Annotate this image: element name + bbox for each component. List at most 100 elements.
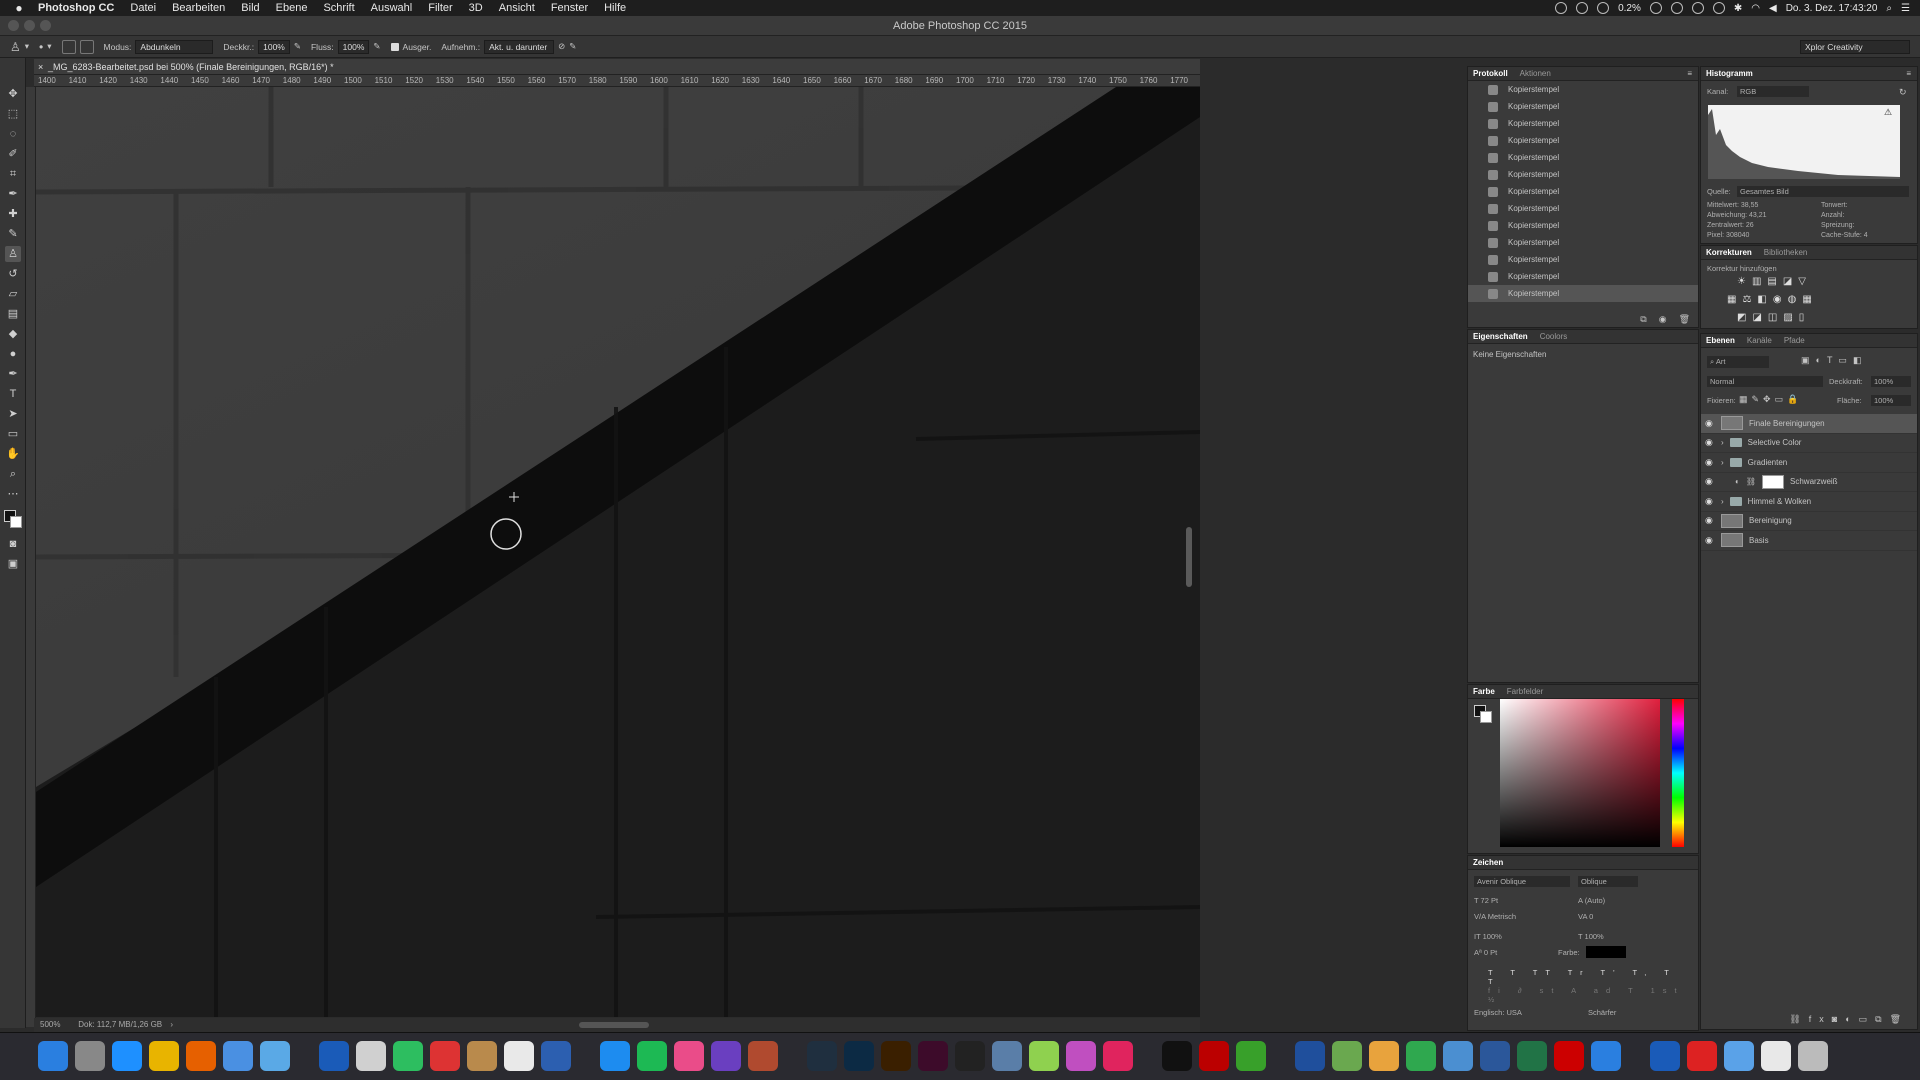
eraser-tool-icon[interactable]: ▱: [5, 286, 21, 302]
firefox-icon[interactable]: [186, 1041, 216, 1071]
zoom-tool-icon[interactable]: ⌕: [5, 466, 21, 482]
pdf-icon[interactable]: [1554, 1041, 1584, 1071]
background-color-swatch[interactable]: [10, 516, 22, 528]
history-state[interactable]: Kopierstempel: [1468, 183, 1698, 200]
layer-filter-icons[interactable]: ▣◐T▭◧: [1801, 355, 1867, 366]
type-tool-icon[interactable]: T: [5, 386, 21, 402]
blend-mode-dropdown[interactable]: Normal: [1707, 376, 1823, 387]
blur-tool-icon[interactable]: ◆: [5, 326, 21, 342]
user-icon[interactable]: [1670, 2, 1683, 14]
notes-icon[interactable]: [356, 1041, 386, 1071]
brush-panel-icon[interactable]: [79, 39, 94, 54]
spotify-icon[interactable]: [637, 1041, 667, 1071]
globe-icon[interactable]: [1591, 1041, 1621, 1071]
hue-slider[interactable]: [1672, 699, 1684, 847]
display-icon[interactable]: [1691, 2, 1704, 14]
speed-icon[interactable]: [1103, 1041, 1133, 1071]
layer-bottom-buttons[interactable]: ⛓fx◙◐▭⧉🗑: [1789, 1014, 1909, 1025]
safari-icon[interactable]: [112, 1041, 142, 1071]
tab-farbfelder[interactable]: Farbfelder: [1507, 687, 1543, 696]
bluetooth-icon[interactable]: ✱: [1734, 3, 1742, 14]
zoom-level[interactable]: 500%: [40, 1020, 60, 1029]
visibility-eye-icon[interactable]: ◉: [1705, 515, 1715, 526]
tool-preset-picker[interactable]: ♙ ▾: [10, 40, 29, 54]
layer-row[interactable]: ◉ › Himmel & Wolken: [1701, 492, 1917, 512]
move-tool-icon[interactable]: ✥: [5, 86, 21, 102]
font-style-dropdown[interactable]: Oblique: [1578, 876, 1638, 887]
minimize-window-button[interactable]: [24, 20, 35, 31]
menu-schrift[interactable]: Schrift: [315, 2, 362, 14]
word-icon[interactable]: [1480, 1041, 1510, 1071]
language-dropdown[interactable]: Englisch: USA: [1474, 1008, 1564, 1017]
snapshot-icon[interactable]: ◉: [1659, 314, 1667, 325]
pages-icon[interactable]: [1369, 1041, 1399, 1071]
fluss-field[interactable]: 100%: [337, 39, 370, 54]
history-state[interactable]: Kopierstempel: [1468, 149, 1698, 166]
onepassword-icon[interactable]: [1650, 1041, 1680, 1071]
menu-hilfe[interactable]: Hilfe: [596, 2, 634, 14]
app-menu[interactable]: Photoshop CC: [30, 2, 122, 14]
antialias-dropdown[interactable]: Schärfer: [1588, 1008, 1638, 1017]
leaf-icon[interactable]: [1236, 1041, 1266, 1071]
visibility-eye-icon[interactable]: ◉: [1705, 437, 1715, 448]
warning-icon[interactable]: ⚠: [1884, 107, 1892, 118]
ignore-adjustment-icon[interactable]: ⊘: [558, 41, 565, 52]
modus-dropdown[interactable]: Abdunkeln: [135, 39, 214, 54]
pressure-opacity-icon[interactable]: ✎: [294, 41, 301, 52]
layer-opacity-field[interactable]: 100%: [1871, 376, 1911, 387]
airbrush-icon[interactable]: ✎: [373, 41, 380, 52]
history-state[interactable]: Kopierstempel: [1468, 217, 1698, 234]
workspace-dropdown[interactable]: Xplor Creativity: [1800, 40, 1910, 54]
preview-icon[interactable]: [260, 1041, 290, 1071]
clone-stamp-tool-icon[interactable]: ♙: [5, 246, 21, 262]
close-document-icon[interactable]: ×: [38, 59, 43, 75]
camera-icon[interactable]: [955, 1041, 985, 1071]
photos-icon[interactable]: [504, 1041, 534, 1071]
tab-ebenen[interactable]: Ebenen: [1706, 336, 1735, 345]
dodge-tool-icon[interactable]: ●: [5, 346, 21, 362]
panel-menu-icon[interactable]: ≡: [1687, 69, 1692, 78]
status-icon[interactable]: [1597, 2, 1610, 14]
aperture-icon[interactable]: [1066, 1041, 1096, 1071]
pressure-size-icon[interactable]: ✎: [569, 41, 576, 52]
tab-pfade[interactable]: Pfade: [1784, 336, 1805, 345]
photoshop-icon[interactable]: [844, 1041, 874, 1071]
expand-chevron-icon[interactable]: ›: [1721, 497, 1724, 506]
maps-icon[interactable]: [1332, 1041, 1362, 1071]
menu-bild[interactable]: Bild: [233, 2, 267, 14]
search-icon[interactable]: ⌕: [1886, 3, 1892, 14]
shape-tool-icon[interactable]: ▭: [5, 426, 21, 442]
tab-protokoll[interactable]: Protokoll: [1473, 69, 1508, 78]
horizontal-scrollbar[interactable]: [579, 1022, 649, 1028]
status-icon[interactable]: [1555, 2, 1568, 14]
layer-row[interactable]: ◉ Finale Bereinigungen: [1701, 414, 1917, 434]
lock-icons[interactable]: ▦✎✥▭🔒: [1739, 394, 1802, 405]
network-icon[interactable]: [541, 1041, 571, 1071]
status-arrow-icon[interactable]: ›: [170, 1020, 173, 1029]
ausgerichtet-checkbox[interactable]: [390, 42, 399, 51]
status-icon[interactable]: [1576, 2, 1589, 14]
1password-icon[interactable]: [319, 1041, 349, 1071]
history-state[interactable]: Kopierstempel: [1468, 285, 1698, 302]
wifi-icon[interactable]: ◠: [1751, 3, 1760, 14]
expand-chevron-icon[interactable]: ›: [1721, 458, 1724, 467]
illustrator-icon[interactable]: [881, 1041, 911, 1071]
path-select-tool-icon[interactable]: ➤: [5, 406, 21, 422]
brush-preset-picker[interactable]: • ▾: [39, 40, 51, 54]
tab-bibliotheken[interactable]: Bibliotheken: [1764, 248, 1808, 257]
history-state[interactable]: Kopierstempel: [1468, 132, 1698, 149]
menu-3d[interactable]: 3D: [461, 2, 491, 14]
tab-coolors[interactable]: Coolors: [1540, 332, 1568, 341]
more-tools-icon[interactable]: ⋯: [5, 486, 21, 502]
terminal-icon[interactable]: [1162, 1041, 1192, 1071]
document-icon[interactable]: [1761, 1041, 1791, 1071]
menu-datei[interactable]: Datei: [122, 2, 164, 14]
healing-tool-icon[interactable]: ✚: [5, 206, 21, 222]
menu-ansicht[interactable]: Ansicht: [491, 2, 543, 14]
trash-icon[interactable]: [1798, 1041, 1828, 1071]
volume-icon[interactable]: ◀: [1769, 3, 1777, 14]
brush-tool-icon[interactable]: ✎: [5, 226, 21, 242]
history-state[interactable]: Kopierstempel: [1468, 200, 1698, 217]
quelle-dropdown[interactable]: Gesamtes Bild: [1737, 186, 1909, 197]
color-field[interactable]: [1500, 699, 1660, 847]
